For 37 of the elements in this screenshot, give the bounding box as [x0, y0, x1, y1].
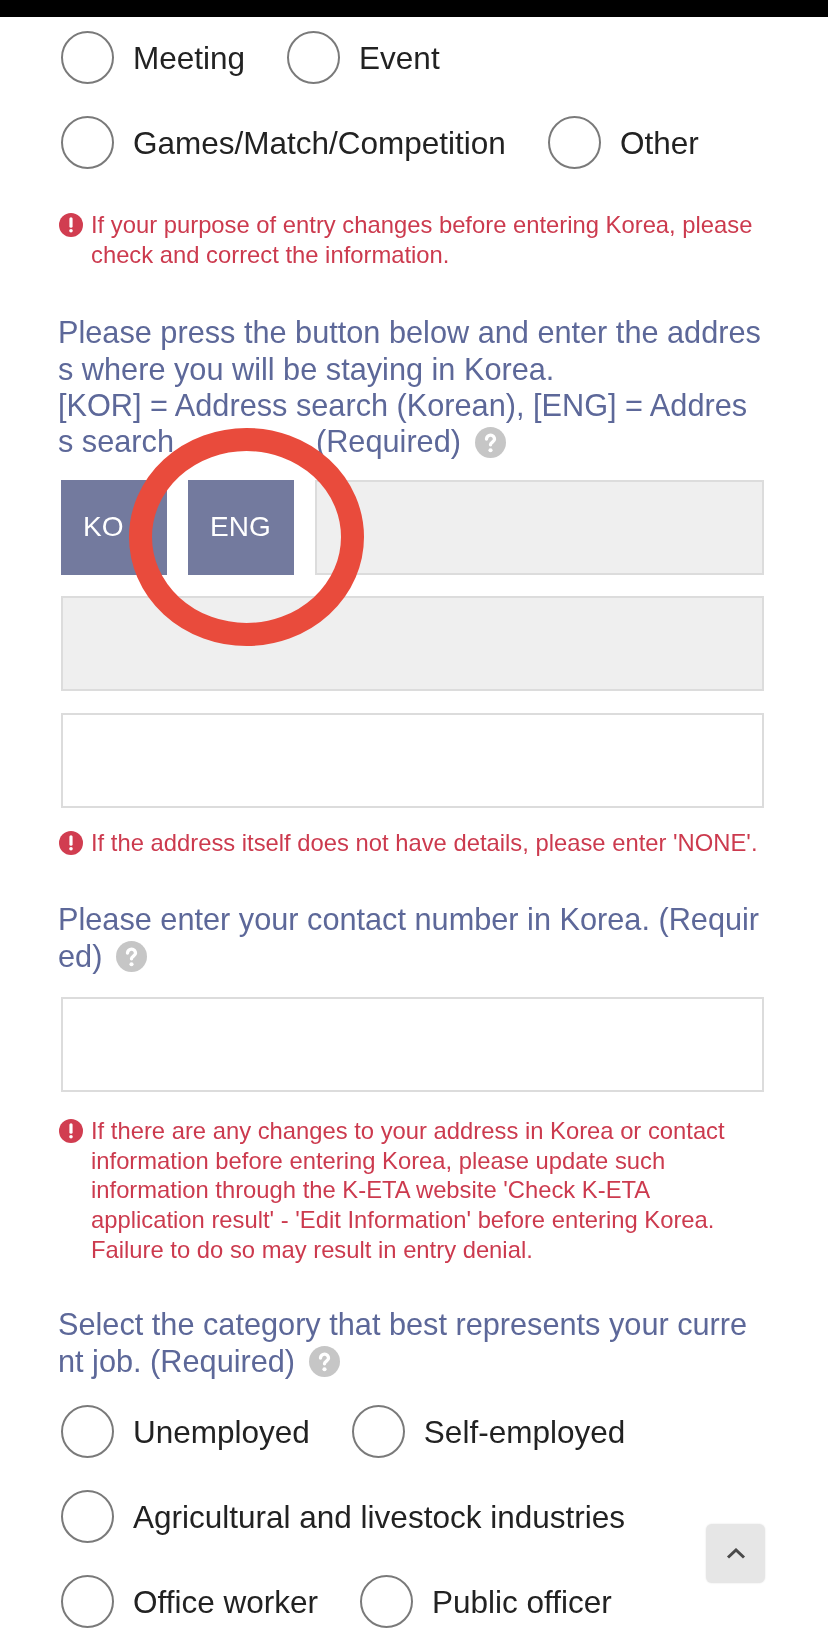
option-label[interactable]: Meeting — [133, 39, 246, 76]
notice-text: If the address itself does not have details, please enter 'NONE'. — [91, 827, 758, 858]
radio-button[interactable] — [61, 1490, 114, 1543]
question-text: s where you will be staying in Korea. — [58, 351, 556, 388]
question-text: nt job. (Required) — [58, 1343, 296, 1380]
chevron-up-icon — [725, 1548, 746, 1559]
option-label[interactable]: Other — [619, 124, 699, 161]
question-text: Please enter your contact number in Korea. (Requir — [58, 902, 761, 939]
radio-button[interactable] — [547, 116, 601, 169]
radio-button[interactable] — [287, 31, 341, 84]
radio-button[interactable] — [61, 1405, 114, 1458]
option-label[interactable]: Public officer — [432, 1583, 612, 1620]
question-text: Select the category that best represents your curre — [58, 1307, 749, 1344]
question-text: (Required) — [316, 424, 461, 461]
radio-button[interactable] — [61, 116, 114, 169]
alert-icon — [59, 830, 83, 855]
option-label[interactable]: Games/Match/Competition — [133, 124, 506, 161]
radio-button[interactable] — [61, 31, 114, 84]
alert-icon — [59, 213, 83, 237]
question-text: [KOR] = Address search (Korean), [ENG] = Addres — [58, 388, 749, 425]
question-text: s search — [58, 424, 174, 461]
question-text: ed) — [58, 938, 103, 975]
option-label[interactable]: Self-employed — [423, 1413, 626, 1450]
radio-button[interactable] — [351, 1405, 405, 1458]
input-field[interactable] — [61, 996, 764, 1092]
address-search-button[interactable]: ENG — [188, 479, 294, 575]
radio-button[interactable] — [360, 1575, 413, 1628]
radio-button[interactable] — [61, 1575, 114, 1628]
notice-text: If there are any changes to your address in Korea or contact information before entering Korea, please update such information through the K-ETA website 'Check K-ETA application result' - 'Edit Information' before entering Korea. Failure to do so may result in entry denial. — [91, 1115, 726, 1265]
option-label[interactable]: Unemployed — [133, 1413, 310, 1450]
option-label[interactable]: Office worker — [133, 1583, 318, 1620]
alert-icon — [59, 1118, 83, 1143]
option-label[interactable]: Event — [359, 39, 440, 76]
notice-text: If your purpose of entry changes before entering Korea, please check and correct the information. — [91, 210, 754, 270]
question-text: Please press the button below and enter the addres — [58, 315, 762, 352]
option-label[interactable]: Agricultural and livestock industries — [133, 1498, 625, 1535]
input-field[interactable] — [61, 712, 764, 808]
